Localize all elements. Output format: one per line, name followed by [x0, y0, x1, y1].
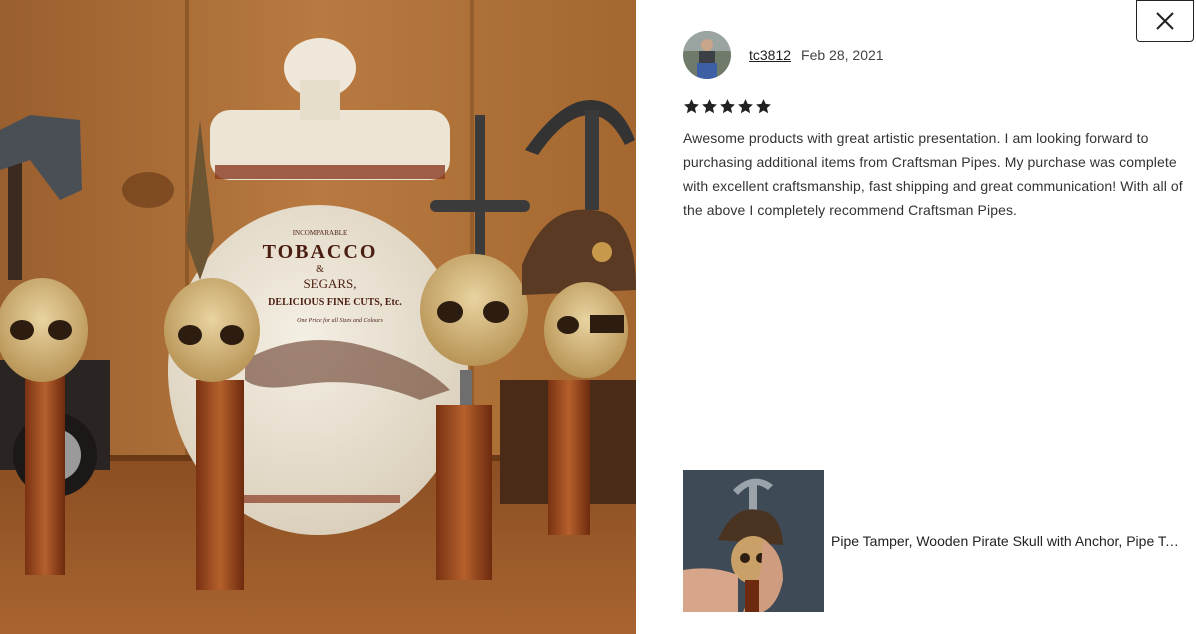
close-button[interactable]: [1136, 0, 1194, 42]
jar-label-line3: DELICIOUS FINE CUTS, Etc.: [268, 297, 402, 308]
star-icon: [684, 99, 699, 114]
star-icon: [720, 99, 735, 114]
listing-card[interactable]: Pipe Tamper, Wooden Pirate Skull with An…: [683, 470, 1183, 612]
star-rating: [683, 98, 772, 115]
review-photo-image: INCOMPARABLE TOBACCO & SEGARS, DELICIOUS…: [0, 0, 636, 634]
review-text: Awesome products with great artistic pre…: [683, 130, 1183, 218]
jar-label-line4: One Price for all Sizes and Colours: [297, 317, 383, 324]
reviewer-username-link[interactable]: tc3812: [749, 47, 791, 63]
star-icon: [756, 99, 771, 114]
listing-title-link[interactable]: Pipe Tamper, Wooden Pirate Skull with An…: [831, 533, 1183, 549]
listing-thumbnail-image: [683, 470, 824, 612]
jar-label-amp: &: [316, 264, 324, 275]
review-date: Feb 28, 2021: [801, 47, 884, 63]
jar-label-line2: SEGARS,: [303, 276, 356, 291]
star-icon: [738, 99, 753, 114]
listing-thumbnail[interactable]: [683, 470, 824, 612]
jar-label-top: INCOMPARABLE: [293, 229, 348, 237]
close-icon: [1156, 12, 1174, 30]
jar-label-brand: TOBACCO: [263, 241, 378, 263]
avatar-image: [683, 31, 731, 79]
star-icon: [702, 99, 717, 114]
avatar[interactable]: [683, 31, 731, 79]
review-header: tc3812 Feb 28, 2021: [683, 31, 884, 79]
review-photo: INCOMPARABLE TOBACCO & SEGARS, DELICIOUS…: [0, 0, 636, 634]
